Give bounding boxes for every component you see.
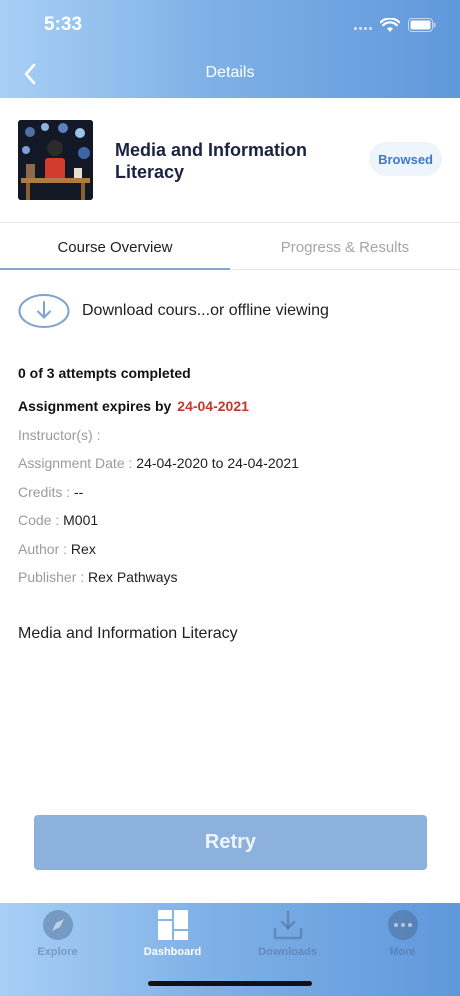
tabbar-label-dashboard: Dashboard xyxy=(143,946,202,958)
tabbar-label-explore: Explore xyxy=(37,946,78,958)
download-icon xyxy=(273,910,302,940)
attempts-text: 0 of 3 attempts completed xyxy=(18,365,191,381)
author-value: Rex xyxy=(70,541,96,557)
assignment-date-value: 24-04-2020 to 24-04-2021 xyxy=(136,455,299,471)
author-label: Author : xyxy=(18,541,68,557)
download-offline-row[interactable]: Download cours...or offline viewing xyxy=(18,291,329,331)
status-time: 5:33 xyxy=(44,14,83,35)
tab-course-overview[interactable]: Course Overview xyxy=(0,224,230,270)
tabbar-label-downloads: Downloads xyxy=(258,946,317,958)
page-title: Details xyxy=(205,64,255,81)
tab-bar: Course Overview Progress & Results xyxy=(0,224,460,270)
status-icons xyxy=(354,15,436,35)
more-icon xyxy=(387,910,418,940)
tab-progress-results[interactable]: Progress & Results xyxy=(230,224,460,270)
code-line: Code : M001 xyxy=(18,511,98,529)
home-indicator xyxy=(148,981,312,986)
course-description: Media and Information Literacy xyxy=(18,625,238,642)
credits-value: -- xyxy=(74,484,84,500)
active-tab-indicator xyxy=(0,268,230,270)
publisher-line: Publisher : Rex Pathways xyxy=(18,568,178,586)
course-header: Media and Information Literacy Browsed xyxy=(0,98,460,223)
course-title: Media and Information Literacy xyxy=(115,140,308,182)
expiry-label: Assignment expires by xyxy=(18,398,172,414)
expiry-line: Assignment expires by 24-04-2021 xyxy=(18,397,249,415)
battery-icon xyxy=(408,18,436,32)
tabbar-downloads[interactable]: Downloads xyxy=(230,909,345,961)
code-label: Code : xyxy=(18,512,60,528)
tabbar-explore[interactable]: Explore xyxy=(0,909,115,961)
download-circle-icon xyxy=(18,294,70,328)
instructor-line: Instructor(s) : xyxy=(18,426,100,444)
publisher-label: Publisher : xyxy=(18,569,85,585)
download-label: Download cours...or offline viewing xyxy=(82,302,329,319)
dashboard-icon xyxy=(157,910,188,940)
credits-label: Credits : xyxy=(18,484,71,500)
publisher-value: Rex Pathways xyxy=(88,569,178,585)
tabbar-label-more: More xyxy=(389,946,416,958)
header: 5:33 Details xyxy=(0,0,460,98)
credits-line: Credits : -- xyxy=(18,483,83,501)
assignment-date-label: Assignment Date : xyxy=(18,455,133,471)
wifi-icon xyxy=(380,17,400,32)
author-line: Author : Rex xyxy=(18,540,96,558)
tabbar-more[interactable]: More xyxy=(345,909,460,961)
retry-button[interactable]: Retry xyxy=(34,815,427,870)
course-thumbnail xyxy=(18,120,93,200)
expiry-date: 24-04-2021 xyxy=(177,398,249,414)
cellular-signal-icon xyxy=(354,20,372,30)
status-badge: Browsed xyxy=(369,142,442,176)
code-value: M001 xyxy=(63,512,99,528)
instructor-label: Instructor(s) : xyxy=(18,427,101,443)
tabbar-dashboard[interactable]: Dashboard xyxy=(115,909,230,961)
assignment-date-line: Assignment Date : 24-04-2020 to 24-04-20… xyxy=(18,454,299,472)
compass-icon xyxy=(42,910,73,940)
